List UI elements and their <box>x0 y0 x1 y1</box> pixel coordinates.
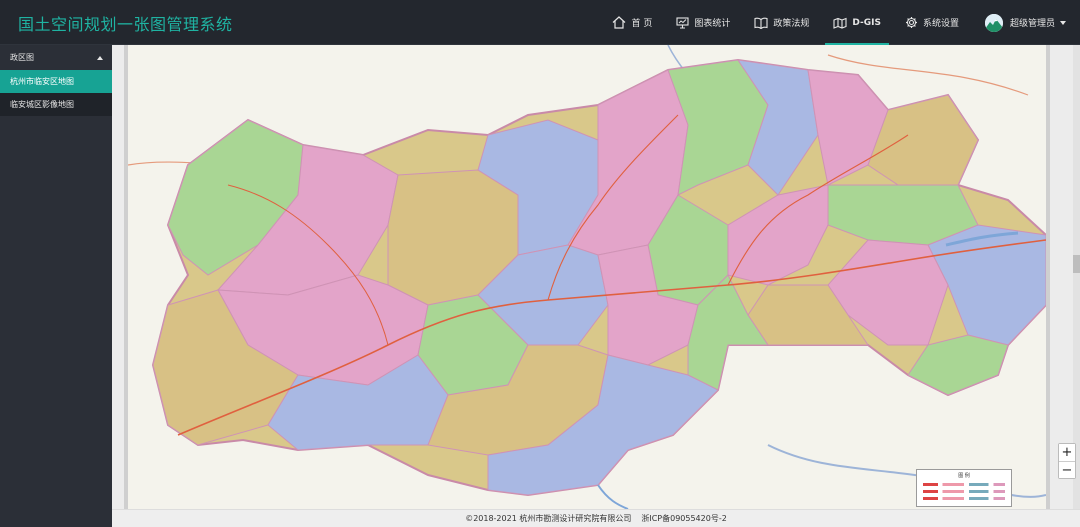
zoom-control: + − <box>1058 443 1076 479</box>
user-menu[interactable]: 超级管理员 <box>971 13 1066 32</box>
zoom-out-button[interactable]: − <box>1059 461 1075 478</box>
sidebar-group-label: 政区图 <box>10 53 34 62</box>
nav-policy-label: 政策法规 <box>773 19 810 29</box>
legend-title: 图 例 <box>958 473 970 479</box>
footer-copyright: ©2018-2021 杭州市勘测设计研究院有限公司 <box>465 514 632 523</box>
sidebar-item-imagery-map[interactable]: 临安城区影像地图 <box>0 93 112 116</box>
map-icon <box>833 17 847 29</box>
legend-row <box>923 483 1005 486</box>
map-area: 图 例 + − <box>112 45 1080 509</box>
user-name: 超级管理员 <box>1009 19 1055 29</box>
chart-icon <box>676 16 689 29</box>
zoom-in-button[interactable]: + <box>1059 444 1075 461</box>
legend-row <box>923 497 1005 500</box>
legend-row <box>923 490 1005 493</box>
caret-down-icon <box>1060 20 1066 25</box>
district-map[interactable]: 图 例 <box>124 45 1050 509</box>
nav-settings[interactable]: 系统设置 <box>893 0 971 45</box>
nav-dgis[interactable]: D-GIS <box>821 0 893 45</box>
book-icon <box>754 17 768 29</box>
nav-chart-label: 图表统计 <box>694 19 731 29</box>
footer-icp[interactable]: 浙ICP备09055420号-2 <box>641 513 726 524</box>
footer: ©2018-2021 杭州市勘测设计研究院有限公司 浙ICP备09055420号… <box>112 509 1080 527</box>
district-map-image <box>128 45 1046 509</box>
main-nav: 首 页 图表统计 政策法规 D-GIS 系统设置 超级管理员 <box>600 0 1066 45</box>
scrollbar-thumb[interactable] <box>1073 255 1080 273</box>
top-bar: 国土空间规划一张图管理系统 首 页 图表统计 政策法规 D-GIS 系统设置 超… <box>0 0 1080 45</box>
nav-chart[interactable]: 图表统计 <box>664 0 742 45</box>
sidebar: 政区图 杭州市临安区地图 临安城区影像地图 <box>0 45 112 527</box>
nav-settings-label: 系统设置 <box>922 19 959 29</box>
map-legend: 图 例 <box>916 469 1012 507</box>
nav-home-label: 首 页 <box>631 19 653 29</box>
nav-policy[interactable]: 政策法规 <box>742 0 821 45</box>
sidebar-group-districts[interactable]: 政区图 <box>0 45 112 70</box>
avatar <box>984 13 1003 32</box>
gear-icon <box>905 17 917 28</box>
nav-dgis-label: D-GIS <box>852 17 881 28</box>
page-scrollbar[interactable] <box>1073 45 1080 509</box>
sidebar-item-district-map[interactable]: 杭州市临安区地图 <box>0 70 112 93</box>
home-icon <box>613 16 626 29</box>
chevron-up-icon <box>97 55 103 60</box>
nav-home[interactable]: 首 页 <box>600 0 664 45</box>
app-title: 国土空间规划一张图管理系统 <box>18 15 233 34</box>
